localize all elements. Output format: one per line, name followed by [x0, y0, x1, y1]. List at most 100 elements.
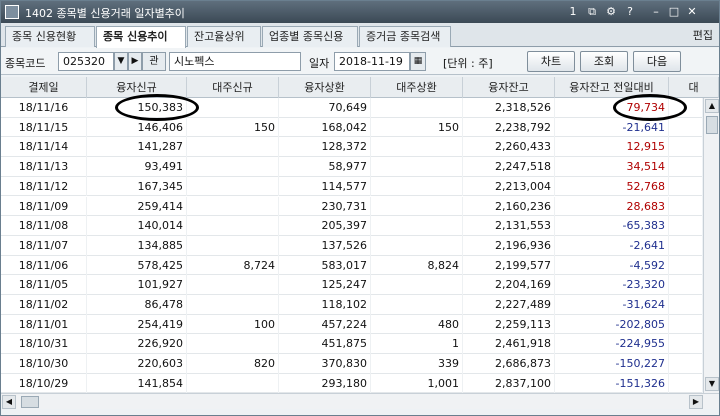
cell-loan-repay: 125,247: [279, 275, 371, 295]
stock-code-label: 종목코드: [5, 57, 46, 70]
cell-new-short: [187, 137, 279, 158]
table-row[interactable]: 18/11/14 141,287 128,372 2,260,433 12,915: [1, 137, 702, 158]
cell-new-loan: 226,920: [87, 334, 187, 355]
col-short-repay[interactable]: 대주상환: [371, 77, 463, 98]
app-window: 1402 종목별 신용거래 일자별추이 1 ⧉ ⚙ ? – □ ✕ 종목 신용현…: [0, 0, 720, 416]
cell-short-repay: 150: [371, 117, 463, 138]
cell-balance-change: -2,641: [555, 235, 669, 256]
col-loan-balance[interactable]: 융자잔고: [463, 77, 555, 98]
table-row[interactable]: 18/11/15 146,406 150 168,042 150 2,238,792 -21…: [1, 117, 702, 138]
cell-date: 18/11/15: [1, 117, 87, 138]
cell-loan-repay: 293,180: [279, 373, 371, 393]
cell-new-loan: 101,927: [87, 275, 187, 295]
scroll-up-icon[interactable]: ▲: [705, 99, 719, 113]
date-label: 일자: [309, 57, 330, 70]
cell-new-loan: 578,425: [87, 255, 187, 276]
cell-new-loan: 134,885: [87, 235, 187, 256]
cell-date: 18/11/09: [1, 196, 87, 217]
cell-short-repay: [371, 295, 463, 315]
cell-new-short: [187, 157, 279, 177]
table-row[interactable]: 18/11/06 578,425 8,724 583,017 8,824 2,199,57…: [1, 255, 702, 276]
tab-stock-credit-trend[interactable]: 종목 신용추이: [96, 26, 186, 48]
col-new-short[interactable]: 대주신규: [187, 77, 279, 98]
col-loan-repay[interactable]: 융자상환: [279, 77, 371, 98]
next-stock-icon[interactable]: ▶: [128, 52, 142, 71]
calendar-icon[interactable]: ▦: [410, 52, 426, 71]
cell-date: 18/11/16: [1, 98, 87, 118]
cell-loan-repay: 168,042: [279, 117, 371, 138]
link-number-button[interactable]: 1: [566, 5, 580, 19]
chart-button[interactable]: 차트: [527, 51, 575, 72]
cell-date: 18/11/12: [1, 176, 87, 197]
cell-new-loan: 259,414: [87, 196, 187, 217]
next-button[interactable]: 다음: [633, 51, 681, 72]
table-row[interactable]: 18/11/12 167,345 114,577 2,213,004 52,768: [1, 176, 702, 197]
table-row[interactable]: 18/11/05 101,927 125,247 2,204,169 -23,320: [1, 275, 702, 295]
copy-icon[interactable]: ⧉: [585, 5, 599, 19]
stock-code-input[interactable]: 025320: [58, 52, 114, 71]
cell-balance: 2,260,433: [463, 137, 555, 158]
scroll-left-icon[interactable]: ◀: [2, 395, 16, 409]
cell-balance: 2,461,918: [463, 334, 555, 355]
stock-name-field[interactable]: 시노펙스: [169, 52, 301, 71]
table-row[interactable]: 18/10/31 226,920 451,875 1 2,461,918 -224,955: [1, 334, 702, 355]
col-truncated[interactable]: 대: [669, 77, 719, 98]
tab-balance-rate-top[interactable]: 잔고율상위: [187, 26, 261, 47]
highlight-ellipse-new-loan: [115, 94, 199, 121]
search-button[interactable]: 조회: [580, 51, 628, 72]
horizontal-scrollbar[interactable]: ◀ ▶: [1, 393, 719, 409]
cell-balance: 2,247,518: [463, 157, 555, 177]
date-input[interactable]: 2018-11-19: [334, 52, 410, 71]
cell-new-short: [187, 216, 279, 236]
table-row[interactable]: 18/11/09 259,414 230,731 2,160,236 28,683: [1, 196, 702, 217]
table-body: 18/11/16 150,383 70,649 2,318,526 79,734 18/1…: [1, 98, 702, 393]
table-row[interactable]: 18/11/08 140,014 205,397 2,131,553 -65,383: [1, 216, 702, 236]
app-icon: [5, 5, 19, 19]
cell-short-repay: [371, 137, 463, 158]
table-row[interactable]: 18/11/01 254,419 100 457,224 480 2,259,113 -20…: [1, 314, 702, 335]
scroll-right-icon[interactable]: ▶: [689, 395, 703, 409]
vertical-scrollbar[interactable]: ▲ ▼: [703, 98, 719, 393]
cell-short-repay: 480: [371, 314, 463, 335]
window-title: 1402 종목별 신용거래 일자별추이: [25, 7, 185, 20]
cell-balance-change: -151,326: [555, 373, 669, 393]
tab-margin-stock-search[interactable]: 증거금 종목검색: [359, 26, 451, 47]
cell-balance: 2,227,489: [463, 295, 555, 315]
close-icon[interactable]: ✕: [685, 5, 699, 19]
tab-sector-stock-credit[interactable]: 업종별 종목신용: [262, 26, 358, 47]
scroll-down-icon[interactable]: ▼: [705, 377, 719, 391]
cell-loan-repay: 70,649: [279, 98, 371, 118]
table-row[interactable]: 18/11/02 86,478 118,102 2,227,489 -31,624: [1, 295, 702, 315]
cell-balance-change: -202,805: [555, 314, 669, 335]
related-button[interactable]: 관: [142, 52, 166, 71]
cell-new-short: 100: [187, 314, 279, 335]
table-row[interactable]: 18/10/29 141,854 293,180 1,001 2,837,100 -151…: [1, 373, 702, 393]
cell-date: 18/11/06: [1, 255, 87, 276]
code-dropdown-icon[interactable]: ▼: [114, 52, 128, 71]
tab-stock-credit-status[interactable]: 종목 신용현황: [5, 26, 95, 47]
h-scroll-thumb[interactable]: [21, 396, 39, 408]
cell-date: 18/11/05: [1, 275, 87, 295]
help-icon[interactable]: ?: [623, 5, 637, 19]
table-row[interactable]: 18/11/07 134,885 137,526 2,196,936 -2,641: [1, 235, 702, 256]
settings-icon[interactable]: ⚙: [604, 5, 618, 19]
table-row[interactable]: 18/11/13 93,491 58,977 2,247,518 34,514: [1, 157, 702, 177]
highlight-ellipse-balance-change: [613, 94, 687, 121]
maximize-icon[interactable]: □: [667, 5, 681, 19]
scroll-thumb[interactable]: [706, 116, 718, 134]
cell-short-repay: [371, 235, 463, 256]
title-bar: 1402 종목별 신용거래 일자별추이 1 ⧉ ⚙ ? – □ ✕: [1, 1, 719, 23]
cell-balance: 2,196,936: [463, 235, 555, 256]
cell-new-loan: 220,603: [87, 354, 187, 374]
cell-loan-repay: 205,397: [279, 216, 371, 236]
cell-loan-repay: 370,830: [279, 354, 371, 374]
cell-short-repay: [371, 157, 463, 177]
cell-short-repay: [371, 176, 463, 197]
table-row[interactable]: 18/10/30 220,603 820 370,830 339 2,686,873 -15…: [1, 354, 702, 374]
edit-button[interactable]: 편집: [693, 27, 713, 45]
col-settlement-date[interactable]: 결제일: [1, 77, 87, 98]
cell-short-repay: [371, 216, 463, 236]
minimize-icon[interactable]: –: [649, 5, 663, 19]
cell-balance-change: -150,227: [555, 354, 669, 374]
table-row[interactable]: 18/11/16 150,383 70,649 2,318,526 79,734: [1, 98, 702, 118]
